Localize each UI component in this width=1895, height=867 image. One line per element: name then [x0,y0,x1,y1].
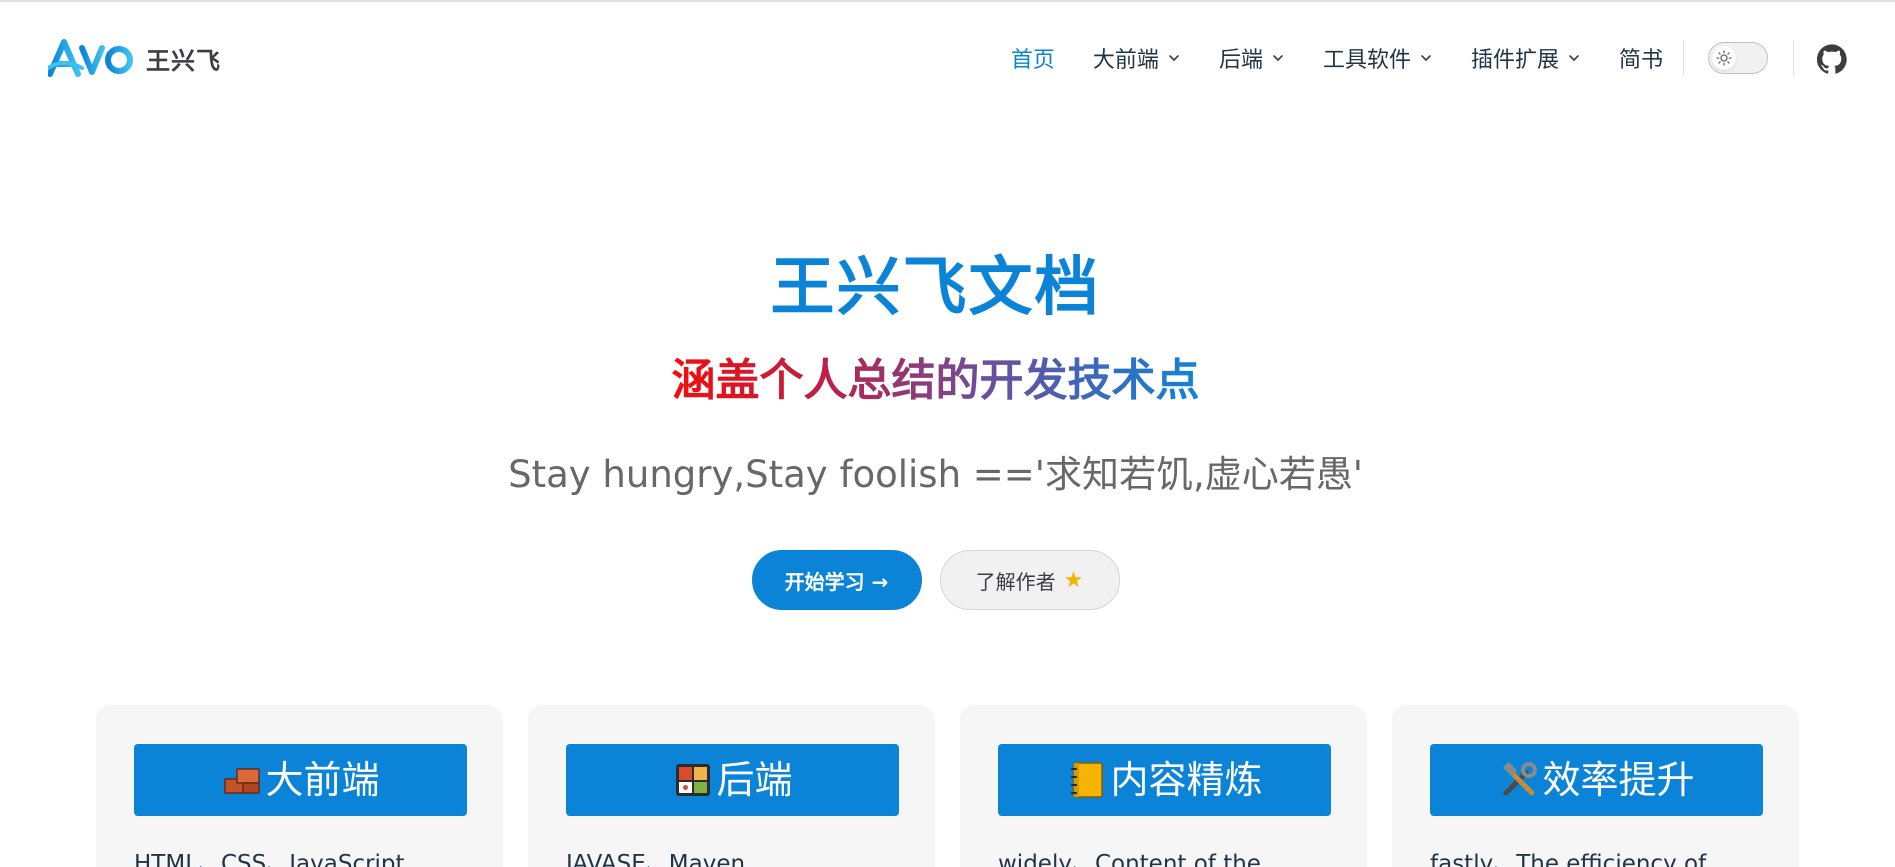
avo-logo-icon [48,39,133,77]
nav-divider [1793,40,1794,76]
nav-item-label: 插件扩展 [1470,48,1559,73]
button-label: 开始学习 → [784,569,889,594]
hero-text: 涵盖个人总结的开发技术点 [0,352,1871,410]
nav-item-jianshu[interactable]: 简书 [1619,42,1663,74]
sun-icon [1716,50,1732,66]
tools-icon [1503,762,1538,796]
features-section: 大前端 HTML、CSS、JavaScript 后端 JAVASE、Maven [96,705,1799,867]
nav-item-home[interactable]: 首页 [1011,42,1055,74]
nav-item-label: 首页 [1010,48,1055,73]
toggle-knob [1712,46,1736,70]
hero-name: 王兴飞文档 [770,251,1101,325]
notebook-icon [1071,762,1104,798]
nav-item-tools[interactable]: 工具软件 [1323,42,1433,74]
hero-tagline: Stay hungry,Stay foolish =='求知若饥,虚心若愚' [508,453,1363,496]
chevron-down-icon [1169,55,1179,62]
nav-item-plugins[interactable]: 插件扩展 [1471,42,1581,74]
feature-card-frontend: 大前端 HTML、CSS、JavaScript [96,705,503,867]
feature-title: 后端 [716,758,793,802]
bento-box-icon [676,764,711,796]
navbar: 王兴飞 首页 大前端 后端 工具软件 插件扩展 简书 [0,2,1895,112]
site-brand[interactable]: 王兴飞 [48,38,221,78]
feature-title: 效率提升 [1542,758,1695,802]
nav-item-label: 大前端 [1092,48,1159,73]
nav-item-label: 工具软件 [1322,48,1411,73]
button-label: 了解作者 [975,569,1056,594]
feature-card-backend: 后端 JAVASE、Maven [528,705,935,867]
github-icon[interactable] [1817,44,1847,74]
nav-item-label: 后端 [1218,48,1263,73]
feature-title: 内容精炼 [1110,758,1263,802]
start-learning-button[interactable]: 开始学习 → [751,550,922,610]
hero-actions: 开始学习 → 了解作者 ★ [0,550,1871,610]
star-icon: ★ [1063,567,1084,593]
feature-card-header[interactable]: 效率提升 [1430,744,1763,816]
hero-text-gradient: 涵盖个人总结的开发技术点 [671,355,1200,406]
theme-toggle[interactable] [1708,42,1768,74]
feature-details: JAVASE、Maven [566,851,746,867]
bricks-icon [224,768,261,794]
site-title: 王兴飞 [146,46,221,75]
chevron-down-icon [1273,55,1283,62]
feature-title: 大前端 [265,758,380,802]
feature-card-header[interactable]: 内容精炼 [998,744,1331,816]
feature-details: fastly、The efficiency of [1430,851,1707,867]
feature-card-header[interactable]: 后端 [566,744,899,816]
main-nav: 首页 大前端 后端 工具软件 插件扩展 简书 [1011,38,1663,78]
nav-divider [1683,40,1684,76]
nav-item-frontend[interactable]: 大前端 [1093,42,1181,74]
about-author-button[interactable]: 了解作者 ★ [939,550,1120,610]
feature-card-content: 内容精炼 widely、Content of the [960,705,1367,867]
feature-card-header[interactable]: 大前端 [134,744,467,816]
feature-details: widely、Content of the [998,851,1261,867]
chevron-down-icon [1421,55,1431,62]
nav-item-label: 简书 [1618,48,1663,73]
feature-card-efficiency: 效率提升 fastly、The efficiency of [1392,705,1799,867]
chevron-down-icon [1569,55,1579,62]
nav-item-backend[interactable]: 后端 [1219,42,1285,74]
feature-details: HTML、CSS、JavaScript [134,851,405,867]
